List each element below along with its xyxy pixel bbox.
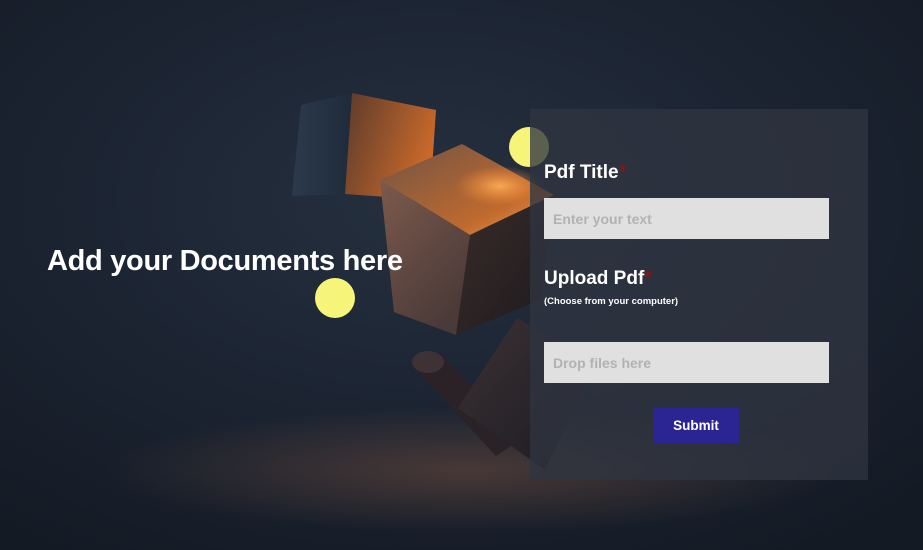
submit-button[interactable]: Submit bbox=[653, 408, 739, 443]
file-dropzone[interactable]: Drop files here bbox=[544, 342, 829, 383]
upload-hint: (Choose from your computer) bbox=[544, 296, 679, 307]
upload-page: Add your Documents here Pdf Title* Uploa… bbox=[0, 0, 923, 550]
cylinder-end bbox=[412, 351, 444, 373]
upload-pdf-label-text: Upload Pdf bbox=[544, 268, 645, 289]
dropzone-text: Drop files here bbox=[553, 354, 652, 371]
pdf-title-input[interactable] bbox=[544, 198, 829, 239]
required-marker: * bbox=[618, 162, 627, 183]
upload-form: Pdf Title* Upload Pdf* (Choose from your… bbox=[530, 109, 868, 480]
page-headline: Add your Documents here bbox=[47, 245, 403, 277]
pdf-title-label: Pdf Title* bbox=[544, 162, 626, 184]
pdf-title-label-text: Pdf Title bbox=[544, 162, 619, 183]
decorative-dot bbox=[315, 278, 355, 318]
required-marker: * bbox=[644, 268, 652, 289]
upload-pdf-label: Upload Pdf* bbox=[544, 268, 652, 290]
cube-top-side bbox=[292, 93, 352, 196]
